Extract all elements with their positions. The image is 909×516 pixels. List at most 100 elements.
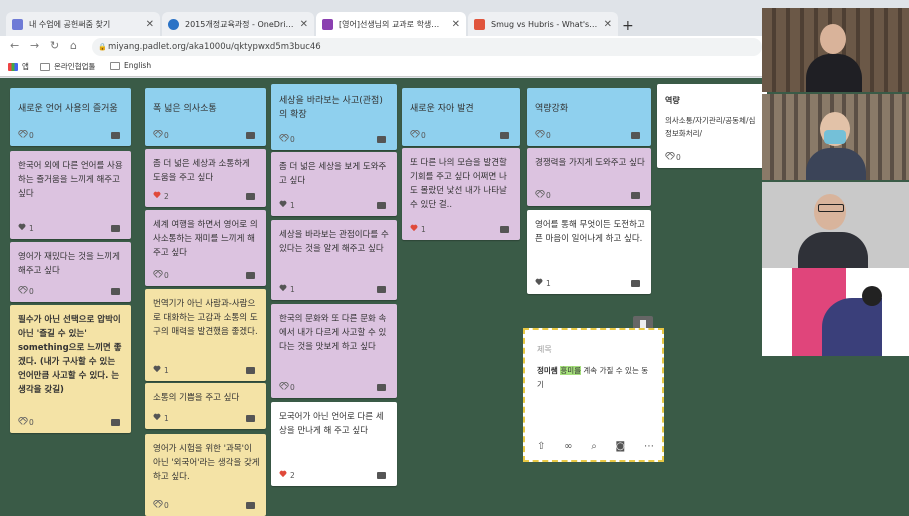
like-icon[interactable] [665,153,673,160]
close-tab-icon[interactable]: ✕ [300,19,308,30]
camera-icon[interactable]: ◙ [616,441,626,452]
comment-icon[interactable] [631,191,640,199]
like-icon[interactable] [18,287,26,294]
like-icon[interactable] [153,366,161,373]
comment-icon[interactable] [111,287,120,295]
site-favicon-icon [474,18,485,30]
comment-icon[interactable] [377,383,386,391]
column-header[interactable]: 역량 의사소통/자기관리/공동체/심정보화처리/ 0 [657,84,767,168]
post-card[interactable]: 좀 더 넓은 세상을 보게 도와주고 싶다 1 [271,152,397,216]
post-card[interactable]: 한국어 외에 다른 언어를 사용하는 즐거움을 느끼게 해주고싶다 1 [10,151,131,239]
like-icon[interactable] [279,201,287,208]
bookmark-folder-english[interactable]: English [110,61,151,70]
reload-icon[interactable]: ↻ [50,39,59,52]
post-card[interactable]: 소통의 기쁨을 주고 싶다 1 [145,383,266,429]
comment-icon[interactable] [377,285,386,293]
back-icon[interactable]: ← [10,39,19,52]
comment-icon[interactable] [377,201,386,209]
like-icon[interactable] [18,224,26,231]
comment-icon[interactable] [631,279,640,287]
column-header[interactable]: 새로운 자아 발견 0 [402,88,520,146]
like-icon[interactable] [279,135,287,142]
post-card[interactable]: 영어가 시험을 위한 '과목'이 아닌 '외국어'라는 생각을 갖게 하고 싶다… [145,434,266,516]
post-card[interactable]: 영어가 재밌다는 것을 느끼게 해주고 싶다 0 [10,242,131,302]
post-card[interactable]: 영어를 통해 무엇이든 도전하고픈 마음이 일어나게 하고 싶다. 1 [527,210,651,294]
tab-4[interactable]: Smug vs Hubris - What's the d ✕ [468,12,618,36]
like-icon[interactable] [153,131,161,138]
post-card[interactable]: 번역기가 아닌 사람과-사람으로 대화하는 고감과 소통의 도구의 매력을 발견… [145,289,266,381]
lock-icon: 🔒 [98,43,107,51]
comment-icon[interactable] [500,131,509,139]
like-icon[interactable] [279,383,287,390]
tab-2[interactable]: 2015개정교육과정 - OneDrive ✕ [162,12,314,36]
like-icon[interactable] [535,191,543,198]
comment-icon[interactable] [246,131,255,139]
video-participant-3 [762,182,909,268]
face-mask-icon [824,130,846,144]
comment-icon[interactable] [377,135,386,143]
comment-icon[interactable] [246,271,255,279]
home-icon[interactable]: ⌂ [70,39,77,52]
padlet-favicon-icon [322,18,333,30]
comment-icon[interactable] [631,131,640,139]
like-icon[interactable] [410,131,418,138]
comment-icon[interactable] [246,501,255,509]
upload-icon[interactable]: ⇧ [537,441,545,452]
onedrive-favicon-icon [168,18,179,30]
comment-icon[interactable] [111,418,120,426]
like-icon[interactable] [153,414,161,421]
bookmark-folder-collab[interactable]: 온라인협업툴 [40,61,95,72]
post-title-input[interactable]: 제목 [537,344,552,355]
post-card[interactable]: 좀 더 넓은 세상과 소통하게 도움을 주고 싶다 2 [145,149,266,207]
comment-icon[interactable] [377,471,386,479]
url-field[interactable]: 🔒 miyang.padlet.org/aka1000u/qktypwxd5m3… [92,38,762,56]
like-icon[interactable] [279,471,287,478]
close-tab-icon[interactable]: ✕ [452,19,460,30]
comment-icon[interactable] [500,225,509,233]
like-icon[interactable] [18,131,26,138]
glasses-icon [818,204,844,212]
tab-3[interactable]: [영어]선생님의 교과로 학생들에게 이 ✕ [316,12,466,36]
comment-icon[interactable] [246,414,255,422]
column-header[interactable]: 폭 넓은 의사소통 0 [145,88,266,146]
post-body-input[interactable]: 정미쌤 흥미를 계속 가질 수 있는 동기 [537,364,654,392]
more-options-icon[interactable]: ⋯ [644,441,654,452]
comment-icon[interactable] [246,366,255,374]
link-icon[interactable]: ∞ [564,441,572,452]
post-card[interactable]: 경쟁력을 가지게 도와주고 싶다 0 [527,148,651,206]
forward-icon[interactable]: → [30,39,39,52]
folder-icon [110,61,120,70]
comment-icon[interactable] [111,131,120,139]
like-icon[interactable] [410,225,418,232]
comment-icon[interactable] [246,192,255,200]
post-card[interactable]: 또 다른 나의 모습을 발견할 기회를 주고 싶다 어쩌면 나도 몰랐던 낯선 … [402,148,520,240]
like-icon[interactable] [153,501,161,508]
post-card[interactable]: 필수가 아닌 선택으로 압박이 아닌 '즐길 수 있는' something으로… [10,305,131,433]
search-image-icon[interactable]: ⌕ [591,441,597,452]
close-tab-icon[interactable]: ✕ [146,19,154,30]
close-tab-icon[interactable]: ✕ [604,19,612,30]
column-header[interactable]: 세상을 바라보는 사고(관점)의 확장 0 [271,84,397,150]
post-card[interactable]: 세계 여행을 하면서 영어로 의사소통하는 재미를 느끼게 해주고 싶다 0 [145,210,266,286]
bookmark-apps[interactable]: 앱 [8,61,29,72]
column-header[interactable]: 새로운 언어 사용의 즐거움 0 [10,88,131,146]
like-icon[interactable] [153,271,161,278]
participant-face [820,24,846,54]
like-icon[interactable] [279,285,287,292]
apps-grid-icon [8,62,18,71]
like-icon[interactable] [535,279,543,286]
tab-1[interactable]: 내 수업에 공헌써줌 찾기 ✕ [6,12,160,36]
video-participant-4-slide [762,268,909,356]
new-tab-icon[interactable]: + [622,18,634,34]
folder-icon [40,62,50,71]
like-icon[interactable] [18,418,26,425]
post-card[interactable]: 모국어가 아닌 언어로 다른 세상을 만나게 해 주고 싶다 2 [271,402,397,486]
like-icon[interactable] [535,131,543,138]
video-participant-1 [762,8,909,92]
comment-icon[interactable] [111,224,120,232]
like-icon[interactable] [153,192,161,199]
post-card[interactable]: 세상을 바라보는 관점이다를 수 있다는 것을 알게 해주고 싶다 1 [271,220,397,300]
column-header[interactable]: 역량강화 0 [527,88,651,146]
post-editor[interactable]: 제목 정미쌤 흥미를 계속 가질 수 있는 동기 ⇧ ∞ ⌕ ◙ ⋯ [523,328,664,462]
post-card[interactable]: 한국의 문화와 또 다른 문화 속에서 내가 다르게 사고할 수 있다는 것을 … [271,304,397,398]
